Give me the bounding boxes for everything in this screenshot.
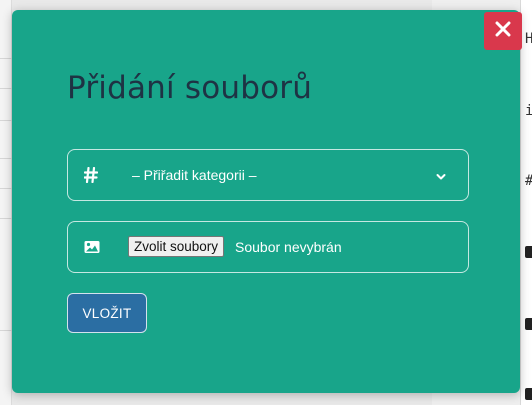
divider [0, 120, 12, 121]
category-select-value: – Přiřadit kategorii – [132, 167, 257, 183]
background-text: # [525, 174, 532, 188]
divider [0, 188, 12, 189]
divider [0, 218, 12, 219]
background-icon [525, 246, 532, 258]
choose-files-button[interactable]: Zvolit soubory [128, 236, 225, 257]
add-files-modal: Přidání souborů – Přiřadit kategorii – Z… [12, 10, 520, 393]
hash-icon [84, 167, 98, 183]
background-text: i [525, 104, 532, 118]
divider [0, 158, 12, 159]
category-select[interactable]: – Přiřadit kategorii – [67, 149, 469, 201]
file-input-field: Zvolit soubory Soubor nevybrán [67, 221, 469, 273]
modal-title: Přidání souborů [67, 70, 313, 106]
submit-button[interactable]: VLOŽIT [67, 293, 147, 333]
divider [0, 58, 12, 59]
chevron-down-icon [436, 166, 446, 185]
background-text: H [525, 32, 532, 46]
background-icon [525, 318, 532, 330]
divider [0, 88, 12, 89]
image-icon [84, 241, 100, 254]
background-page-left [0, 0, 12, 405]
close-button[interactable] [484, 12, 522, 50]
background-page-right: H i # [520, 0, 532, 405]
close-icon [495, 21, 511, 41]
divider [0, 330, 12, 331]
background-icon [525, 388, 532, 400]
file-status-text: Soubor nevybrán [235, 239, 342, 255]
